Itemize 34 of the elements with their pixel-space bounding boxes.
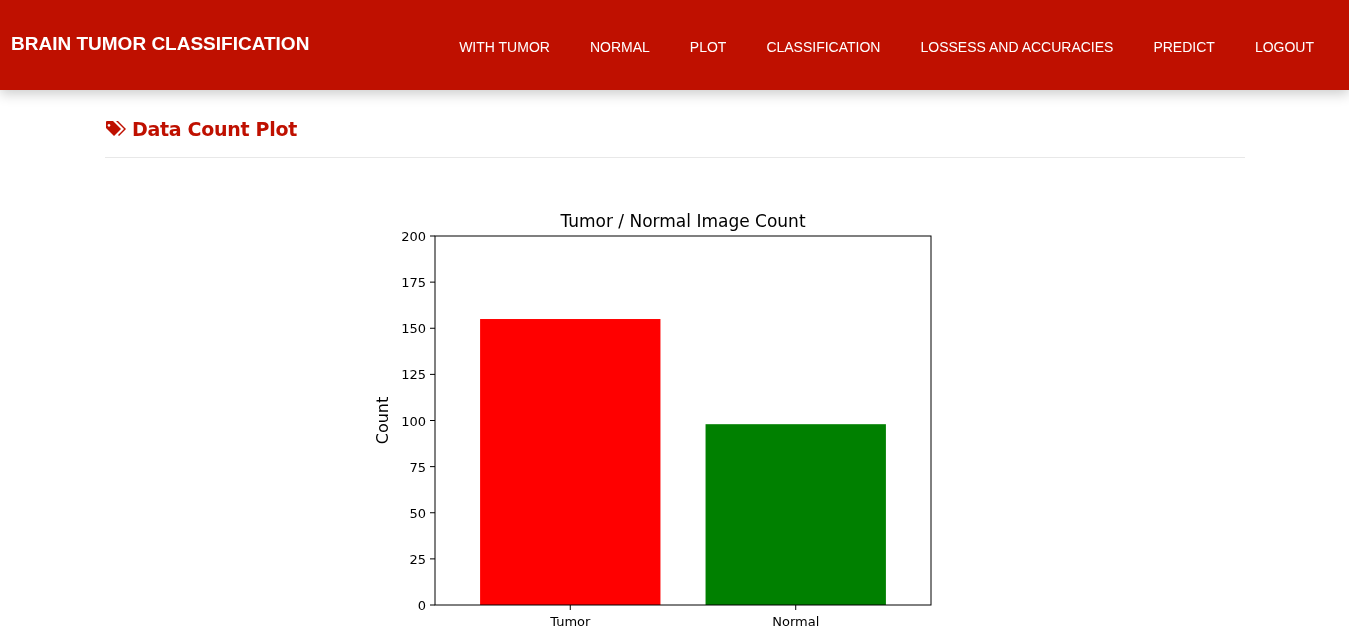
nav-link[interactable]: CLASSIFICATION <box>746 33 901 61</box>
y-tick <box>429 558 436 560</box>
chart-title: Tumor / Normal Image Count <box>560 211 806 231</box>
nav-link[interactable]: PLOT <box>669 33 747 61</box>
y-tick <box>429 327 436 329</box>
y-tick-label: 100 <box>401 413 426 429</box>
y-axis-label: Count <box>373 396 392 445</box>
y-tick-label: 75 <box>409 459 426 475</box>
nav-link[interactable]: LOGOUT <box>1234 33 1334 61</box>
y-tick <box>429 420 436 421</box>
x-tick-label: Tumor <box>550 614 591 629</box>
y-tick-label: 125 <box>401 367 426 383</box>
y-tick-label: 50 <box>409 505 426 521</box>
x-tick-label: Normal <box>772 614 820 629</box>
y-tick <box>429 373 436 375</box>
y-tick <box>429 512 436 514</box>
x-tick <box>795 604 797 611</box>
y-tick-label: 175 <box>401 275 426 291</box>
nav-link[interactable]: NORMAL <box>569 33 670 61</box>
brand-title: BRAIN TUMOR CLASSIFICATION <box>11 33 310 55</box>
y-tick <box>429 604 436 606</box>
nav-link[interactable]: WITH TUMOR <box>439 33 570 61</box>
y-tick-label: 0 <box>417 598 426 613</box>
nav-link[interactable]: PREDICT <box>1133 33 1235 61</box>
y-tick-label: 150 <box>401 321 426 337</box>
nav-link[interactable]: LOSSESS AND ACCURACIES <box>900 33 1134 61</box>
x-tick <box>569 604 571 611</box>
tags-icon <box>105 120 127 138</box>
y-tick <box>429 466 436 468</box>
y-tick-label: 25 <box>409 551 426 567</box>
section-heading: Data Count Plot <box>132 118 297 140</box>
y-tick-label: 200 <box>401 229 426 244</box>
y-tick <box>429 235 436 237</box>
y-tick <box>429 281 436 283</box>
